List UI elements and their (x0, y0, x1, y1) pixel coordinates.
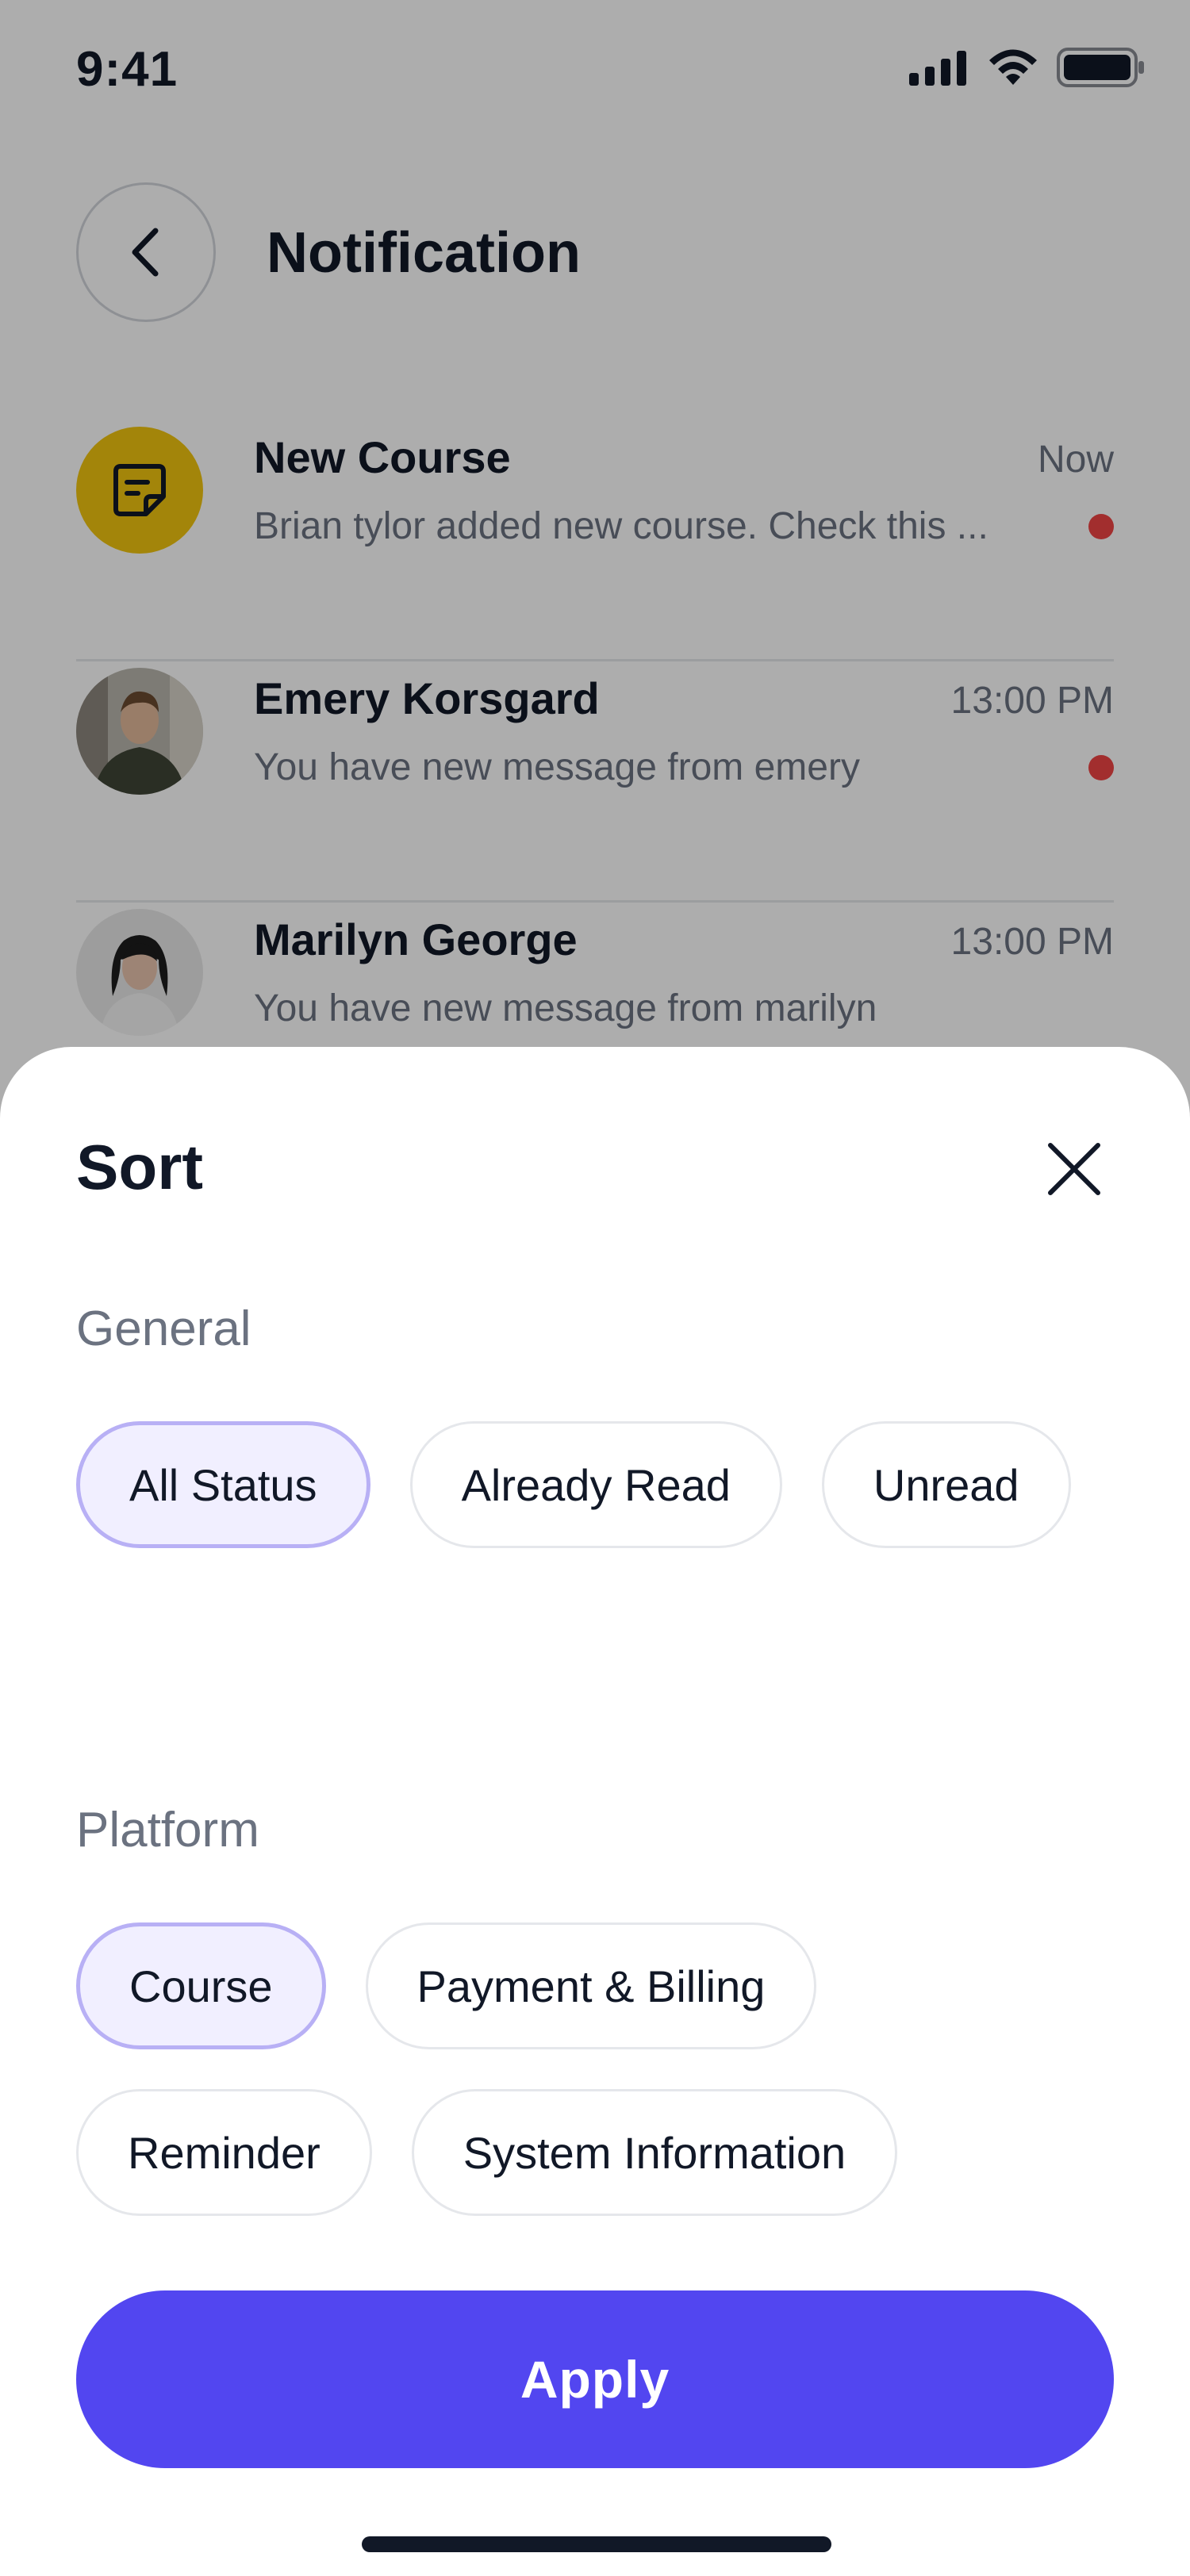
chip-course[interactable]: Course (76, 1922, 326, 2049)
chip-reminder[interactable]: Reminder (76, 2089, 372, 2216)
close-button[interactable] (1035, 1129, 1114, 1209)
chip-unread[interactable]: Unread (821, 1421, 1071, 1548)
chip-all-status[interactable]: All Status (76, 1421, 370, 1548)
general-section-label: General (76, 1301, 251, 1356)
chip-already-read[interactable]: Already Read (409, 1421, 782, 1548)
chip-system-information[interactable]: System Information (411, 2089, 898, 2216)
home-indicator (362, 2536, 831, 2552)
sheet-title: Sort (76, 1132, 203, 1202)
platform-section-label: Platform (76, 1803, 259, 1857)
close-icon (1048, 1143, 1100, 1195)
general-chips: All Status Already Read Unread (76, 1421, 1114, 1548)
chip-payment-billing[interactable]: Payment & Billing (365, 1922, 817, 2049)
platform-chips: Course Payment & Billing Reminder System… (76, 1922, 1114, 2216)
sort-bottom-sheet: Sort General All Status Already Read Unr… (0, 1047, 1190, 2576)
apply-button[interactable]: Apply (76, 2290, 1114, 2468)
